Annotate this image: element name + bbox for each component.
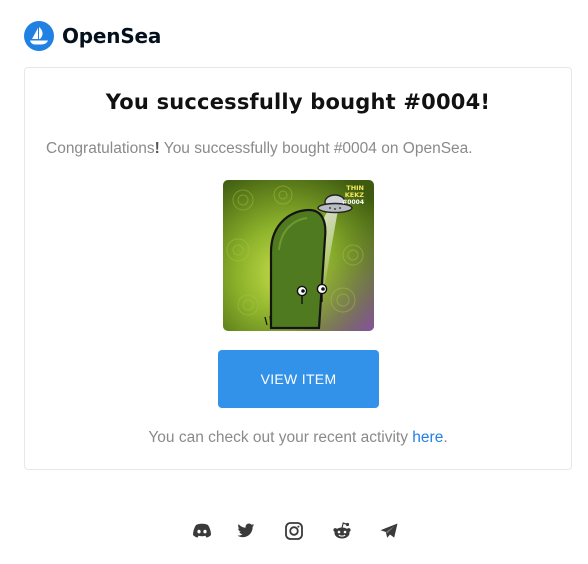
instagram-icon[interactable] [283, 520, 305, 542]
activity-text: You can check out your recent activity h… [25, 429, 571, 447]
twitter-icon[interactable] [235, 520, 257, 542]
view-item-button[interactable]: VIEW ITEM [218, 350, 379, 408]
telegram-icon[interactable] [378, 520, 400, 542]
message-end: You successfully bought #0004 on OpenSea… [159, 140, 473, 157]
reddit-icon[interactable] [331, 520, 353, 542]
message-start: Congratulations [46, 140, 155, 157]
nft-image[interactable]: THIN KEKZ #0004 [223, 180, 374, 331]
congratulations-message: Congratulations! You successfully bought… [46, 140, 473, 158]
nft-label-line2: KEKZ [345, 191, 365, 199]
opensea-logo-icon[interactable] [24, 21, 54, 51]
email-title: You successfully bought #0004! [105, 90, 491, 114]
discord-icon[interactable] [191, 520, 213, 542]
social-links [0, 520, 588, 544]
brand-name[interactable]: OpenSea [62, 24, 161, 48]
activity-link[interactable]: here [412, 429, 443, 446]
nft-label-line3: #0004 [342, 199, 364, 206]
activity-text-start: You can check out your recent activity [148, 429, 413, 446]
header: OpenSea [24, 20, 161, 52]
email-card: You successfully bought #0004! Congratul… [24, 67, 572, 470]
activity-text-end: . [443, 429, 448, 446]
